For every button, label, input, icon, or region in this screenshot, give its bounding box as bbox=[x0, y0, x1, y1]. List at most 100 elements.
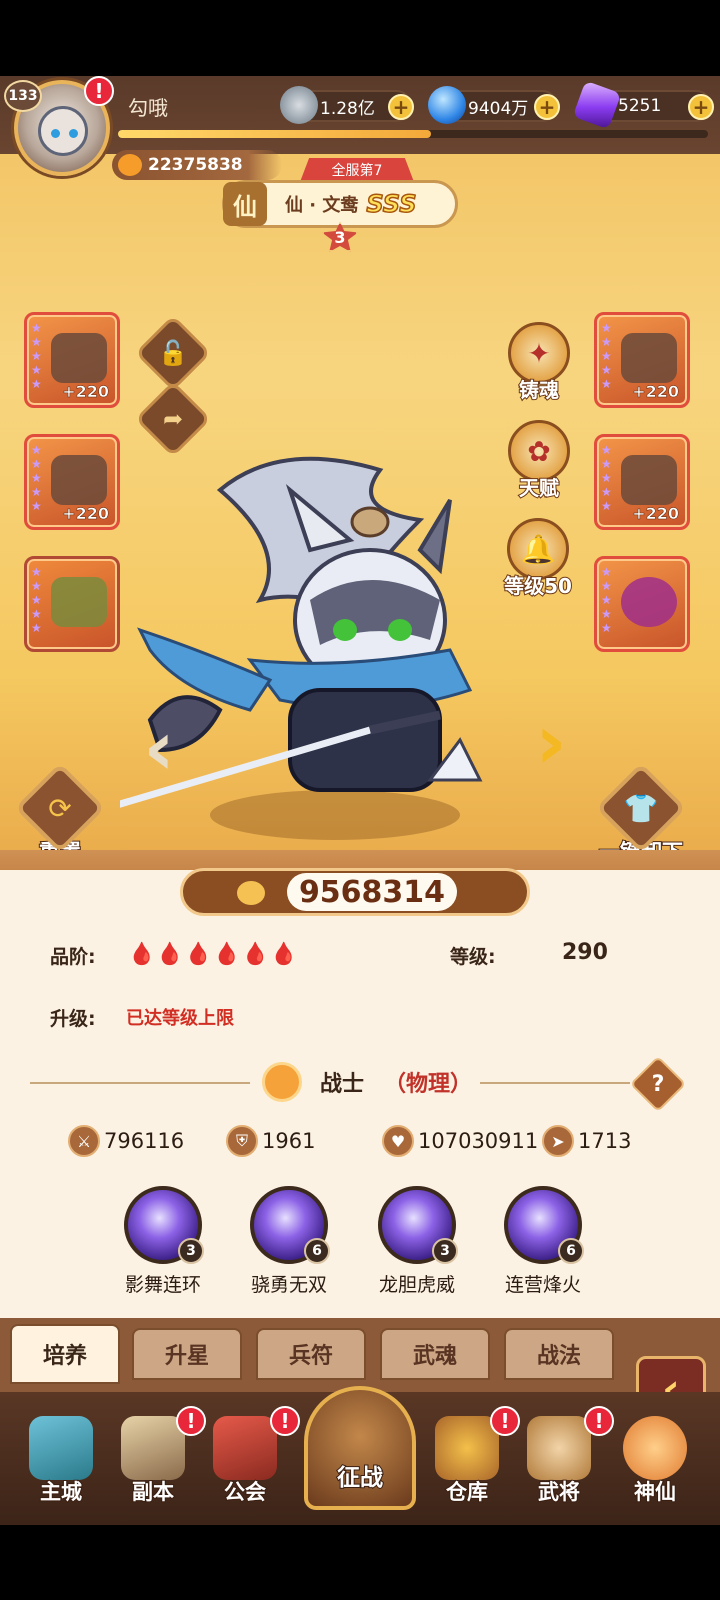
orb-resource: 9404万 + bbox=[428, 86, 560, 124]
nav-generals-alert-icon: ! bbox=[584, 1406, 614, 1436]
forge-soul-button[interactable]: ✦ 铸魂 bbox=[502, 322, 576, 403]
hero-title: 仙 · 文鸯 bbox=[285, 195, 359, 216]
forge-soul-label: 铸魂 bbox=[518, 377, 560, 403]
equipment-slot-3[interactable]: ★ ★ ★ ★ ★ bbox=[24, 556, 120, 652]
speed-value: 1713 bbox=[578, 1129, 632, 1153]
add-coin-button[interactable]: + bbox=[388, 94, 414, 120]
skill-3-icon: 3 bbox=[378, 1186, 458, 1264]
skill-name: 连营烽火 bbox=[504, 1274, 581, 1296]
system-navigation-area bbox=[0, 1525, 720, 1600]
orange-cat-icon bbox=[623, 1416, 687, 1480]
skill-4[interactable]: 6 连营烽火 bbox=[488, 1186, 598, 1297]
previous-hero-arrow[interactable]: ‹ bbox=[134, 710, 184, 786]
nav-label: 副本 bbox=[131, 1479, 175, 1505]
skill-2[interactable]: 6 骁勇无双 bbox=[234, 1186, 344, 1297]
slot-stars: ★ ★ ★ ★ ★ bbox=[601, 565, 612, 635]
player-level-badge: 133 bbox=[4, 80, 42, 112]
defense-stat: ⛨ 1961 bbox=[226, 1125, 316, 1157]
equipment-slot-5[interactable]: ★ ★ ★ ★ ★ +220 bbox=[594, 434, 690, 530]
hp-value: 107030911 bbox=[418, 1129, 539, 1153]
crystal-value: 5251 bbox=[618, 96, 662, 116]
upgrade-status: 已达等级上限 bbox=[126, 1008, 234, 1029]
exp-bar bbox=[118, 130, 708, 138]
slot-bonus: +220 bbox=[632, 382, 679, 402]
level-label: 等级: bbox=[450, 946, 496, 968]
nav-main-city[interactable]: 主城 bbox=[18, 1416, 104, 1506]
blue-orb-icon bbox=[428, 86, 466, 124]
crystal-resource: 5251 + bbox=[572, 80, 714, 130]
nav-guild-alert-icon: ! bbox=[270, 1406, 300, 1436]
tab-tally[interactable]: 兵符 bbox=[256, 1328, 366, 1380]
upgrade-label: 升级: bbox=[50, 1008, 96, 1030]
nav-label: 公会 bbox=[223, 1479, 267, 1505]
defense-value: 1961 bbox=[262, 1129, 316, 1153]
player-power-value: 22375838 bbox=[148, 155, 243, 175]
player-name: 勾哦 bbox=[128, 96, 168, 120]
exp-bar-fill bbox=[118, 130, 431, 138]
next-hero-arrow[interactable]: › bbox=[526, 704, 576, 780]
immortal-emblem-icon: 仙 bbox=[223, 182, 267, 226]
nav-label: 仓库 bbox=[445, 1479, 489, 1505]
skill-3[interactable]: 3 龙胆虎威 bbox=[362, 1186, 472, 1297]
avatar-eye bbox=[69, 129, 78, 138]
flag-icon bbox=[213, 1416, 277, 1480]
nav-label: 武将 bbox=[537, 1479, 581, 1505]
slot-bonus: +220 bbox=[62, 382, 109, 402]
skill-name: 龙胆虎威 bbox=[378, 1274, 455, 1296]
equipment-item-icon bbox=[621, 455, 677, 505]
divider bbox=[30, 1082, 250, 1084]
tab-star-up[interactable]: 升星 bbox=[132, 1328, 242, 1380]
status-bar-area bbox=[0, 0, 720, 76]
skill-4-icon: 6 bbox=[504, 1186, 584, 1264]
hero-title-plate: 仙 仙 · 文鸯 SSS bbox=[222, 180, 458, 228]
cat-general-icon bbox=[527, 1416, 591, 1480]
speed-icon: ➤ bbox=[542, 1125, 574, 1157]
orb-value: 9404万 bbox=[468, 98, 529, 119]
castle-icon bbox=[29, 1416, 93, 1480]
share-icon: ➦ bbox=[162, 405, 184, 433]
equipment-item-icon bbox=[51, 455, 107, 505]
skill-level: 6 bbox=[558, 1238, 584, 1264]
equipment-slot-1[interactable]: ★ ★ ★ ★ ★ +220 bbox=[24, 312, 120, 408]
slot-stars: ★ ★ ★ ★ ★ bbox=[31, 443, 42, 513]
heart-icon: ♥ bbox=[382, 1125, 414, 1157]
skill-level: 3 bbox=[432, 1238, 458, 1264]
equipment-item-icon bbox=[621, 333, 677, 383]
skill-1-icon: 3 bbox=[124, 1186, 204, 1264]
grade-icons: 🩸🩸🩸🩸🩸🩸 bbox=[128, 942, 299, 967]
skill-2-icon: 6 bbox=[250, 1186, 330, 1264]
nav-campaign[interactable]: 征战 bbox=[304, 1386, 416, 1510]
add-orb-button[interactable]: + bbox=[534, 94, 560, 120]
paw-icon bbox=[118, 154, 142, 176]
level-value: 290 bbox=[562, 940, 608, 965]
slot-stars: ★ ★ ★ ★ ★ bbox=[601, 321, 612, 391]
coin-value: 1.28亿 bbox=[320, 98, 375, 119]
equipment-item-icon bbox=[621, 577, 677, 627]
equipment-slot-2[interactable]: ★ ★ ★ ★ ★ +220 bbox=[24, 434, 120, 530]
tab-tactics[interactable]: 战法 bbox=[504, 1328, 614, 1380]
tab-cultivate[interactable]: 培养 bbox=[10, 1324, 120, 1384]
hero-power-value: 9568314 bbox=[287, 873, 457, 911]
slot-bonus: +220 bbox=[632, 504, 679, 524]
skill-level: 6 bbox=[304, 1238, 330, 1264]
nav-immortals[interactable]: 神仙 bbox=[612, 1416, 698, 1506]
skill-level: 3 bbox=[178, 1238, 204, 1264]
warrior-class-icon bbox=[262, 1062, 302, 1102]
swords-icon bbox=[121, 1416, 185, 1480]
class-name: 战士 bbox=[320, 1072, 365, 1097]
speed-stat: ➤ 1713 bbox=[542, 1125, 632, 1157]
add-crystal-button[interactable]: + bbox=[688, 94, 714, 120]
equipment-slot-4[interactable]: ★ ★ ★ ★ ★ +220 bbox=[594, 312, 690, 408]
skill-1[interactable]: 3 影舞连环 bbox=[108, 1186, 218, 1297]
skill-name: 骁勇无双 bbox=[250, 1274, 327, 1296]
equipment-slot-6[interactable]: ★ ★ ★ ★ ★ bbox=[594, 556, 690, 652]
hp-stat: ♥ 107030911 bbox=[382, 1125, 539, 1157]
grade-label: 品阶: bbox=[50, 946, 96, 968]
nav-label: 主城 bbox=[39, 1479, 83, 1505]
paw-icon bbox=[237, 881, 265, 905]
divider bbox=[480, 1082, 630, 1084]
tab-martial-soul[interactable]: 武魂 bbox=[380, 1328, 490, 1380]
hero-character bbox=[120, 456, 483, 808]
slot-stars: ★ ★ ★ ★ ★ bbox=[31, 321, 42, 391]
nav-label: 征战 bbox=[336, 1464, 384, 1492]
